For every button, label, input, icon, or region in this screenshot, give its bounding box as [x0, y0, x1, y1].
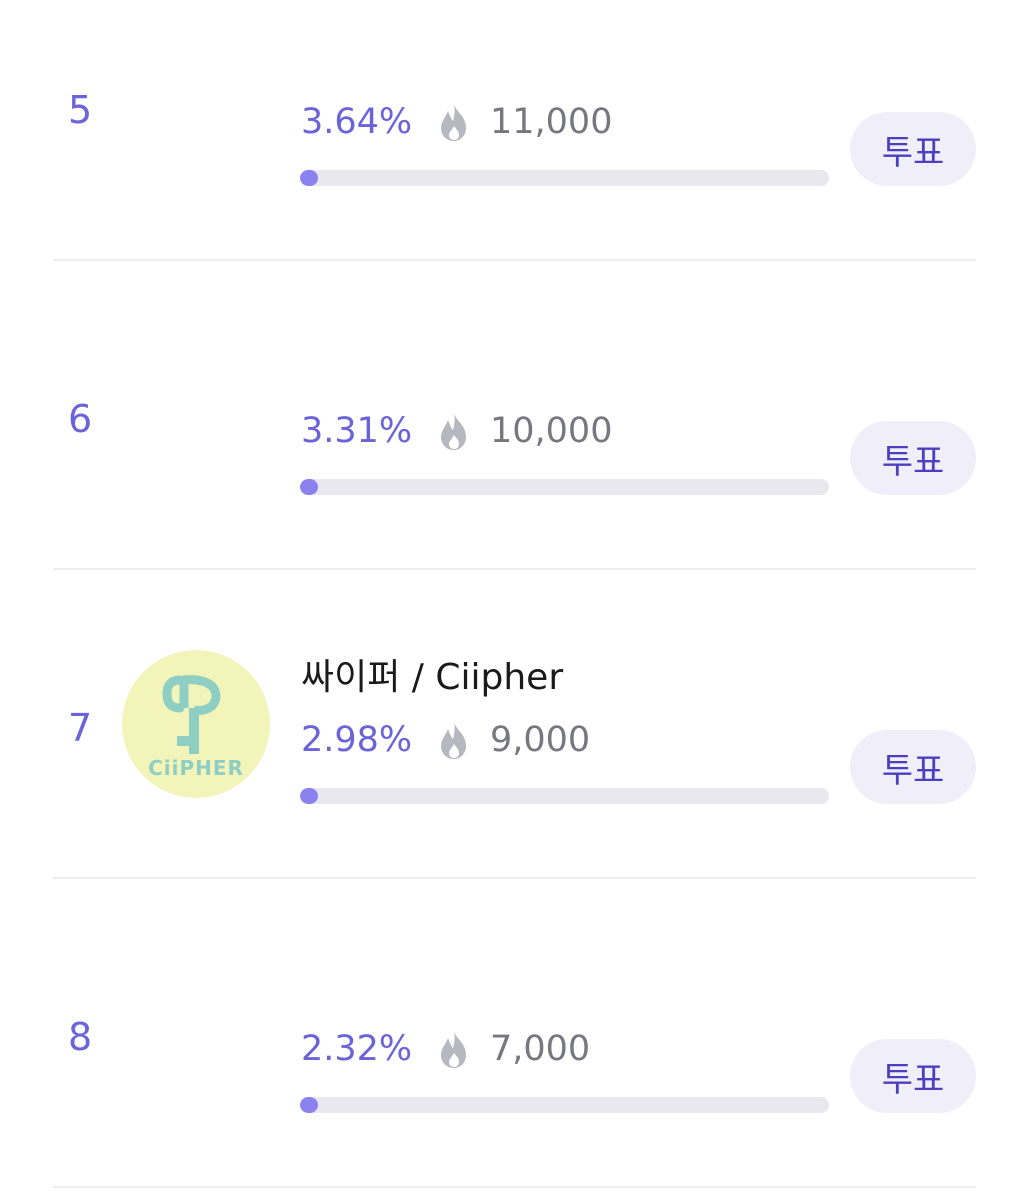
vote-percent: 2.98%	[301, 720, 413, 760]
progress-bar	[300, 788, 829, 804]
vote-stats: 2.98% 9,000	[301, 718, 590, 762]
avatar: CiiPHER	[122, 650, 270, 798]
vote-count: 9,000	[490, 720, 591, 760]
vote-percent: 3.64%	[301, 102, 413, 142]
progress-fill	[300, 788, 318, 804]
vote-count: 11,000	[490, 102, 613, 142]
progress-fill	[300, 1097, 318, 1113]
avatar-logo-text: CiiPHER	[148, 756, 244, 780]
rank-number: 8	[68, 1015, 93, 1059]
divider	[53, 259, 976, 261]
divider	[53, 1186, 976, 1188]
fire-icon	[436, 102, 472, 142]
rank-number: 6	[68, 397, 93, 441]
ranking-list: 5 3.64% 11,000 투표 6 3.31% 10,000 투표 7 Ci…	[0, 0, 1029, 1200]
progress-bar	[300, 170, 829, 186]
vote-button[interactable]: 투표	[850, 1039, 976, 1113]
fire-icon	[436, 411, 472, 451]
divider	[53, 877, 976, 879]
progress-fill	[300, 170, 318, 186]
ranking-row: 6 3.31% 10,000 투표	[0, 309, 1029, 618]
vote-button[interactable]: 투표	[850, 421, 976, 495]
progress-bar	[300, 1097, 829, 1113]
vote-button[interactable]: 투표	[850, 730, 976, 804]
vote-percent: 3.31%	[301, 411, 413, 451]
divider	[53, 568, 976, 570]
artist-name: 싸이퍼 / Ciipher	[301, 657, 564, 698]
rank-number: 7	[68, 706, 93, 750]
ranking-row: 5 3.64% 11,000 투표	[0, 0, 1029, 309]
fire-icon	[436, 720, 472, 760]
vote-button[interactable]: 투표	[850, 112, 976, 186]
fire-icon	[436, 1029, 472, 1069]
ranking-row: 8 2.32% 7,000 투표	[0, 927, 1029, 1200]
vote-stats: 2.32% 7,000	[301, 1027, 590, 1071]
progress-bar	[300, 479, 829, 495]
vote-stats: 3.31% 10,000	[301, 409, 612, 453]
progress-fill	[300, 479, 318, 495]
vote-count: 10,000	[490, 411, 613, 451]
vote-stats: 3.64% 11,000	[301, 100, 612, 144]
vote-count: 7,000	[490, 1029, 591, 1069]
rank-number: 5	[68, 88, 93, 132]
ranking-row: 7 CiiPHER 싸이퍼 / Ciipher 2.98% 9,000 투표	[0, 618, 1029, 927]
vote-percent: 2.32%	[301, 1029, 413, 1069]
